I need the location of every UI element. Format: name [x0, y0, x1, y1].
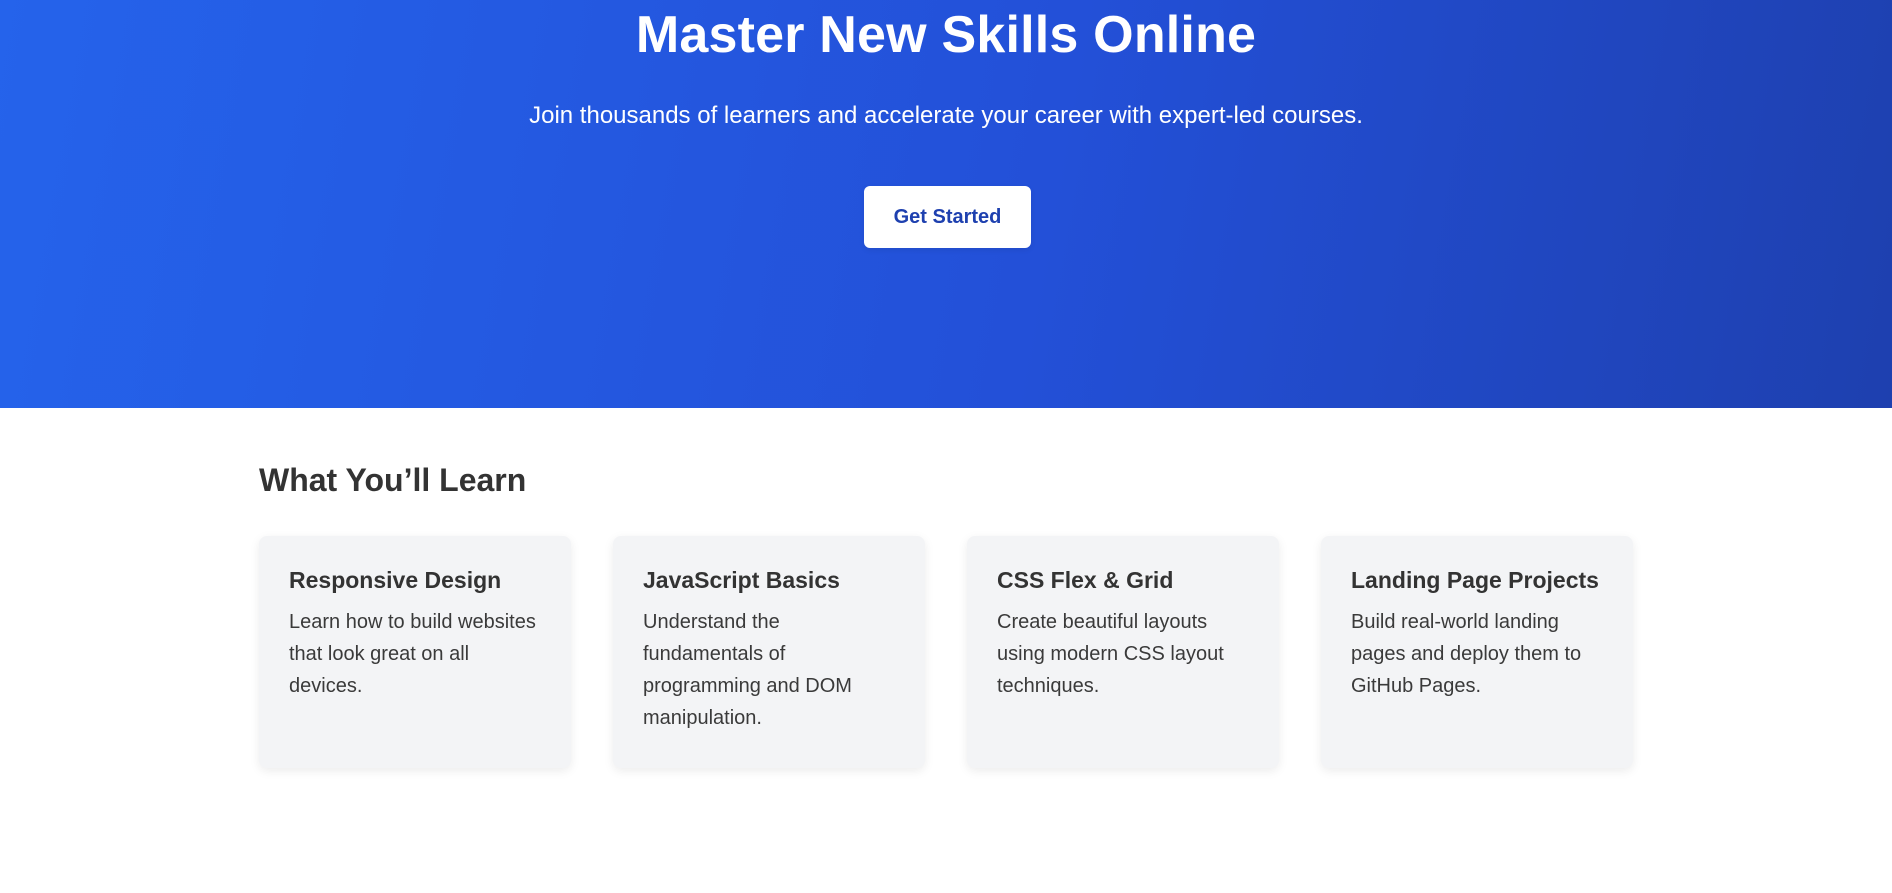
hero-subtitle: Join thousands of learners and accelerat… — [529, 102, 1363, 129]
hero-section: Master New Skills Online Join thousands … — [0, 0, 1892, 408]
course-card-title: CSS Flex & Grid — [997, 567, 1174, 593]
course-card-landing-page-projects: Landing Page Projects Build real-world l… — [1321, 536, 1633, 768]
course-card-css-flex-grid: CSS Flex & Grid Create beautiful layouts… — [967, 536, 1279, 768]
section-title: What You’ll Learn — [259, 462, 527, 498]
what-youll-learn-section: What You’ll Learn Responsive Design Lear… — [0, 408, 1892, 893]
course-card-description: Understand the fundamentals of programmi… — [643, 611, 852, 729]
course-card-responsive-design: Responsive Design Learn how to build web… — [259, 536, 571, 768]
course-card-title: Responsive Design — [289, 567, 502, 593]
course-card-description: Learn how to build websites that look gr… — [289, 611, 536, 697]
course-card-description: Create beautiful layouts using modern CS… — [997, 611, 1224, 697]
course-card-description: Build real-world landing pages and deplo… — [1351, 611, 1582, 697]
hero-title: Master New Skills Online — [635, 6, 1257, 64]
get-started-button[interactable]: Get Started — [864, 186, 1031, 248]
course-card-title: JavaScript Basics — [643, 567, 840, 593]
course-card-list: Responsive Design Learn how to build web… — [259, 536, 1633, 768]
course-card-javascript-basics: JavaScript Basics Understand the fundame… — [613, 536, 925, 768]
course-card-title: Landing Page Projects — [1351, 567, 1599, 593]
